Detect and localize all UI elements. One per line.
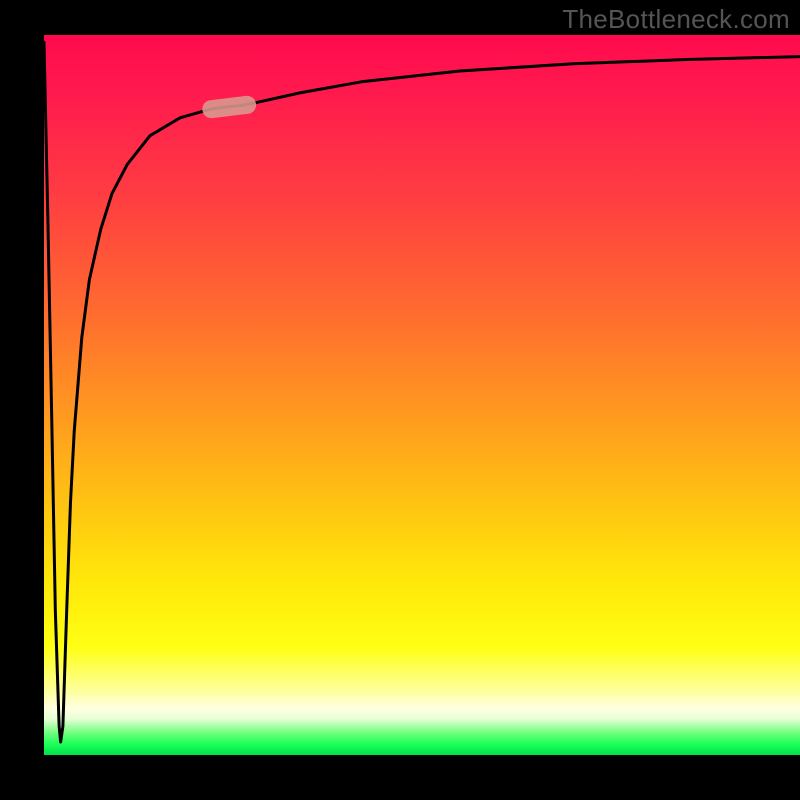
bottleneck-curve xyxy=(44,42,800,742)
watermark-text: TheBottleneck.com xyxy=(562,4,790,35)
bottleneck-chart: TheBottleneck.com xyxy=(0,0,800,800)
current-point-marker xyxy=(201,95,257,119)
curve-layer xyxy=(44,35,800,755)
